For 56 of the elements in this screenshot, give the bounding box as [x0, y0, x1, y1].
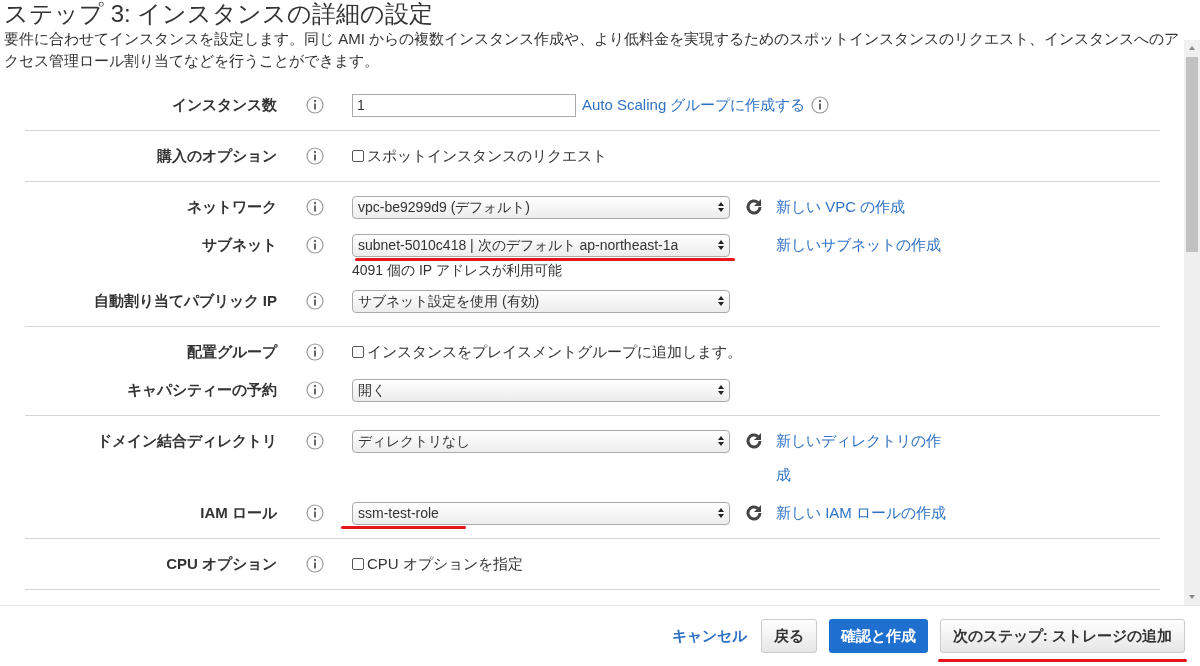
- field-label: IAM ロール: [199, 502, 277, 523]
- dropdown[interactable]: vpc-be9299d9 (デフォルト): [352, 195, 730, 219]
- info-icon[interactable]: [305, 432, 324, 450]
- select-arrows-icon[interactable]: [717, 201, 725, 213]
- text-input[interactable]: 1: [352, 93, 576, 117]
- info-icon[interactable]: [305, 198, 324, 216]
- field-label: インスタンス数: [171, 94, 277, 115]
- link[interactable]: Auto Scaling グループに作成する: [582, 88, 806, 122]
- back-button[interactable]: 戻る: [760, 619, 817, 653]
- dropdown[interactable]: subnet-5010c418 | 次のデフォルト ap-northeast-1a: [352, 233, 730, 257]
- dropdown[interactable]: ディレクトリなし: [352, 429, 730, 453]
- info-icon[interactable]: [305, 292, 324, 310]
- checkbox[interactable]: [352, 150, 364, 162]
- link[interactable]: 新しい IAM ロールの作成: [776, 496, 948, 530]
- dropdown[interactable]: サブネット設定を使用 (有効): [352, 289, 730, 313]
- refresh-icon[interactable]: [744, 197, 764, 217]
- next-step-button[interactable]: 次のステップ: ストレージの追加: [939, 619, 1185, 653]
- checkbox-option[interactable]: CPU オプションを指定: [352, 547, 732, 581]
- link[interactable]: 新しいディレクトリの作成: [776, 424, 948, 492]
- dropdown[interactable]: 開く: [352, 378, 730, 402]
- field-label: 自動割り当てパブリック IP: [92, 290, 277, 311]
- checkbox[interactable]: [352, 346, 364, 358]
- select-arrows-icon[interactable]: [717, 384, 725, 396]
- field-label: サブネット: [201, 234, 277, 255]
- link[interactable]: 新しいサブネットの作成: [776, 228, 948, 262]
- select-arrows-icon[interactable]: [717, 295, 725, 307]
- refresh-icon[interactable]: [744, 503, 764, 523]
- select-arrows-icon[interactable]: [717, 239, 725, 251]
- review-and-launch-button[interactable]: 確認と作成: [828, 619, 928, 653]
- field-label: キャパシティーの予約: [126, 379, 277, 400]
- field-label: ドメイン結合ディレクトリ: [96, 430, 277, 451]
- help-text: 4091 個の IP アドレスが利用可能: [352, 262, 563, 278]
- checkbox[interactable]: [352, 558, 364, 570]
- field-label: ネットワーク: [186, 196, 277, 217]
- info-icon[interactable]: [305, 504, 324, 522]
- select-arrows-icon[interactable]: [717, 435, 725, 447]
- link[interactable]: 新しい VPC の作成: [776, 190, 948, 224]
- info-icon[interactable]: [305, 555, 324, 573]
- scrollbar[interactable]: [1184, 40, 1200, 605]
- info-icon[interactable]: [305, 343, 324, 361]
- info-icon[interactable]: [305, 381, 324, 399]
- info-icon[interactable]: [811, 96, 830, 114]
- page-title: ステップ 3: インスタンスの詳細の設定: [4, 0, 435, 28]
- info-icon[interactable]: [305, 147, 324, 165]
- field-label: 配置グループ: [186, 341, 277, 362]
- description-text: 要件に合わせてインスタンスを設定します。同じ AMI からの複数インスタンス作成や、より低料金を実現するためのスポットインスタンスのリクエスト、インスタンスへのアクセス管理ロール割り当てなどを行うことができます。: [4, 29, 1180, 71]
- field-label: 購入のオプション: [156, 145, 277, 166]
- refresh-icon[interactable]: [744, 431, 764, 451]
- dropdown[interactable]: ssm-test-role: [352, 501, 730, 525]
- info-icon[interactable]: [305, 96, 324, 114]
- select-arrows-icon[interactable]: [717, 507, 725, 519]
- info-icon[interactable]: [305, 236, 324, 254]
- cancel-link[interactable]: キャンセル: [671, 624, 747, 648]
- field-label: CPU オプション: [165, 553, 277, 574]
- checkbox-option[interactable]: インスタンスをプレイスメントグループに追加します。: [352, 335, 732, 369]
- checkbox-option[interactable]: スポットインスタンスのリクエスト: [352, 139, 732, 173]
